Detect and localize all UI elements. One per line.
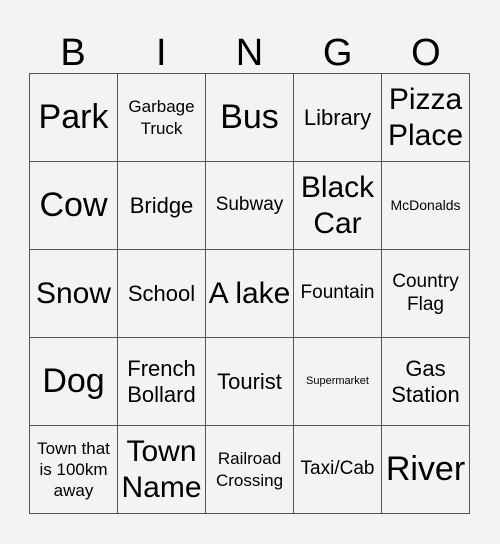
- header-letter-g: G: [322, 31, 353, 74]
- header-letter-o: O: [411, 31, 441, 74]
- header-letter-n: N: [235, 31, 264, 74]
- bingo-cell[interactable]: Library: [294, 74, 382, 162]
- bingo-cell[interactable]: Black Car: [294, 162, 382, 250]
- bingo-cell[interactable]: Country Flag: [382, 250, 470, 338]
- bingo-cell[interactable]: River: [382, 426, 470, 514]
- header-letter-b: B: [60, 31, 86, 74]
- bingo-cell[interactable]: Railroad Crossing: [206, 426, 294, 514]
- bingo-cell[interactable]: Supermarket: [294, 338, 382, 426]
- bingo-cell[interactable]: Bridge: [118, 162, 206, 250]
- bingo-cell[interactable]: Gas Station: [382, 338, 470, 426]
- bingo-cell[interactable]: McDonalds: [382, 162, 470, 250]
- bingo-cell[interactable]: Tourist: [206, 338, 294, 426]
- bingo-cell[interactable]: Subway: [206, 162, 294, 250]
- bingo-cell[interactable]: French Bollard: [118, 338, 206, 426]
- bingo-cell[interactable]: Park: [30, 74, 118, 162]
- bingo-cell[interactable]: Cow: [30, 162, 118, 250]
- bingo-header: B I N G O: [29, 28, 470, 73]
- bingo-cell[interactable]: Town Name: [118, 426, 206, 514]
- bingo-cell[interactable]: Bus: [206, 74, 294, 162]
- bingo-cell[interactable]: Town that is 100km away: [30, 426, 118, 514]
- bingo-cell[interactable]: Garbage Truck: [118, 74, 206, 162]
- header-letter-i: I: [156, 31, 167, 74]
- bingo-card: Park Garbage Truck Bus Library Pizza Pla…: [29, 73, 470, 514]
- bingo-cell[interactable]: Taxi/Cab: [294, 426, 382, 514]
- bingo-cell[interactable]: Fountain: [294, 250, 382, 338]
- bingo-cell[interactable]: School: [118, 250, 206, 338]
- bingo-cell[interactable]: Dog: [30, 338, 118, 426]
- bingo-cell[interactable]: Pizza Place: [382, 74, 470, 162]
- bingo-cell[interactable]: A lake: [206, 250, 294, 338]
- bingo-cell[interactable]: Snow: [30, 250, 118, 338]
